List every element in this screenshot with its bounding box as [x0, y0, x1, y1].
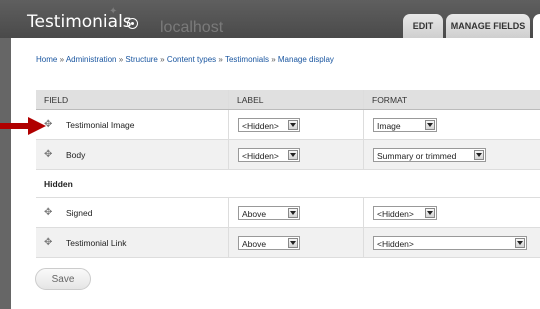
breadcrumb-content-types[interactable]: Content types: [167, 55, 216, 64]
dropdown-arrow-icon: [425, 119, 435, 130]
table-row: ✥ Testimonial Image <Hidden> Image: [36, 109, 540, 140]
breadcrumb-administration[interactable]: Administration: [66, 55, 117, 64]
dropdown-arrow-icon: [288, 237, 298, 248]
format-select[interactable]: Summary or trimmed: [373, 147, 486, 162]
table-row: ✥ Testimonial Link Above <Hidden>: [36, 227, 540, 258]
label-select[interactable]: Above: [238, 235, 300, 250]
breadcrumb-structure[interactable]: Structure: [125, 55, 157, 64]
dropdown-arrow-icon: [288, 119, 298, 130]
tab-edit[interactable]: EDIT: [403, 14, 443, 38]
dropdown-arrow-icon: [515, 237, 525, 248]
tab-manage-display[interactable]: [533, 14, 540, 38]
region-title-hidden: Hidden: [36, 169, 540, 198]
left-edge: [0, 38, 11, 309]
dropdown-arrow-icon: [425, 207, 435, 218]
field-name: Testimonial Link: [66, 237, 127, 248]
save-button[interactable]: Save: [35, 268, 91, 290]
format-select[interactable]: <Hidden>: [373, 235, 527, 250]
field-name: Testimonial Image: [66, 119, 135, 130]
dropdown-arrow-icon: [474, 149, 484, 160]
breadcrumb-manage-display[interactable]: Manage display: [278, 55, 334, 64]
dropdown-arrow-icon: [288, 207, 298, 218]
label-select[interactable]: <Hidden>: [238, 117, 300, 132]
breadcrumb-separator: »: [59, 55, 65, 64]
field-name: Signed: [66, 207, 93, 218]
breadcrumb-separator: »: [118, 55, 124, 64]
admin-header: Testimonials ✦ localhost EDIT MANAGE FIE…: [0, 0, 540, 38]
format-select[interactable]: Image: [373, 117, 437, 132]
tab-manage-fields[interactable]: MANAGE FIELDS: [446, 14, 530, 38]
table-row: ✥ Signed Above <Hidden>: [36, 197, 540, 228]
breadcrumb-separator: »: [160, 55, 165, 64]
breadcrumb-separator: »: [271, 55, 276, 64]
drag-handle-icon[interactable]: ✥: [44, 149, 58, 160]
content-panel: Home » Administration » Structure » Cont…: [11, 38, 540, 309]
pointer-arrow-icon: [0, 117, 46, 135]
format-select[interactable]: <Hidden>: [373, 205, 437, 220]
table-header-row: FIELD LABEL FORMAT: [36, 90, 540, 110]
column-header-label: LABEL: [228, 90, 364, 110]
breadcrumb-separator: »: [218, 55, 223, 64]
breadcrumb-testimonials[interactable]: Testimonials: [225, 55, 269, 64]
table-row: ✥ Body <Hidden> Summary or trimmed: [36, 139, 540, 170]
region-title-row: Hidden: [36, 169, 540, 198]
breadcrumb-home[interactable]: Home: [36, 55, 57, 64]
column-header-format: FORMAT: [363, 90, 540, 110]
url-ghost-text: localhost: [160, 19, 224, 36]
label-select[interactable]: <Hidden>: [238, 147, 300, 162]
field-name: Body: [66, 149, 86, 160]
drag-handle-icon[interactable]: ✥: [44, 237, 58, 248]
label-select[interactable]: Above: [238, 205, 300, 220]
add-shortcut-icon[interactable]: [127, 18, 138, 29]
breadcrumb: Home » Administration » Structure » Cont…: [36, 55, 334, 64]
fields-table: FIELD LABEL FORMAT ✥ Testimonial Image <H…: [36, 90, 540, 258]
drag-handle-icon[interactable]: ✥: [44, 207, 58, 218]
dropdown-arrow-icon: [288, 149, 298, 160]
shortcut-star-icon: ✦: [109, 6, 118, 17]
column-header-field: FIELD: [36, 90, 229, 110]
